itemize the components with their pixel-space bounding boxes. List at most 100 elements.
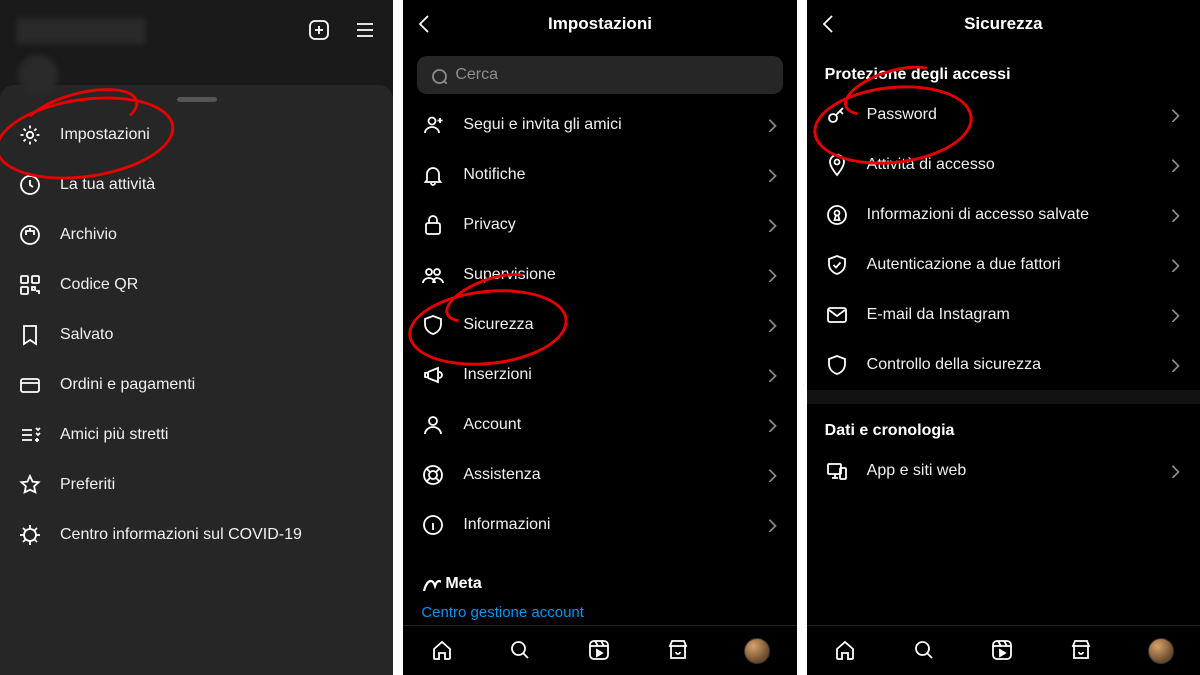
info-icon <box>421 513 445 537</box>
menu-item-label: Notifiche <box>463 166 746 184</box>
tab-reels-icon[interactable] <box>990 638 1016 664</box>
sheet-item-3[interactable]: Codice QR <box>0 260 393 310</box>
star-icon <box>18 473 42 497</box>
meta-logo: Meta <box>421 574 778 594</box>
chevron-right-icon <box>765 218 779 232</box>
menu-item-label: Archivio <box>60 226 375 244</box>
tab-search-icon[interactable] <box>508 638 534 664</box>
chevron-right-icon <box>765 518 779 532</box>
menu-item-label: Controllo della sicurezza <box>867 356 1150 374</box>
menu-item-label: Privacy <box>463 216 746 234</box>
sheet-item-4[interactable]: Salvato <box>0 310 393 360</box>
sheet-item-6[interactable]: Amici più stretti <box>0 410 393 460</box>
security-item-5[interactable]: Controllo della sicurezza <box>807 340 1200 390</box>
person-icon <box>421 413 445 437</box>
section-data-history: Dati e cronologia <box>807 404 1200 446</box>
hamburger-menu-icon[interactable] <box>353 18 379 44</box>
menu-item-label: Attività di accesso <box>867 156 1150 174</box>
create-post-icon[interactable] <box>307 18 333 44</box>
shieldcheck-icon <box>825 253 849 277</box>
sheet-item-1[interactable]: La tua attività <box>0 160 393 210</box>
devices-icon <box>825 459 849 483</box>
tab-profile-avatar[interactable] <box>744 638 770 664</box>
sheet-item-5[interactable]: Ordini e pagamenti <box>0 360 393 410</box>
gear-icon <box>18 123 42 147</box>
chevron-right-icon <box>765 118 779 132</box>
menu-item-label: Supervisione <box>463 266 746 284</box>
sheet-item-7[interactable]: Preferiti <box>0 460 393 510</box>
security-item-4[interactable]: E-mail da Instagram <box>807 290 1200 340</box>
sheet-item-8[interactable]: Centro informazioni sul COVID-19 <box>0 510 393 560</box>
chevron-right-icon <box>765 468 779 482</box>
security-item-2[interactable]: Informazioni di accesso salvate <box>807 190 1200 240</box>
tab-reels-icon[interactable] <box>587 638 613 664</box>
chevron-right-icon <box>765 368 779 382</box>
chevron-right-icon <box>1168 158 1182 172</box>
menu-item-label: Autenticazione a due fattori <box>867 256 1150 274</box>
settings-header: Impostazioni <box>403 0 796 48</box>
settings-search[interactable]: Cerca <box>417 56 782 94</box>
menu-item-label: App e siti web <box>867 462 1150 480</box>
settings-item-5[interactable]: Inserzioni <box>403 350 796 400</box>
settings-item-6[interactable]: Account <box>403 400 796 450</box>
covid-icon <box>18 523 42 547</box>
tab-shop-icon[interactable] <box>1069 638 1095 664</box>
security-item-0[interactable]: Password <box>807 90 1200 140</box>
settings-item-2[interactable]: Privacy <box>403 200 796 250</box>
menu-item-label: E-mail da Instagram <box>867 306 1150 324</box>
back-icon[interactable] <box>817 12 841 36</box>
menu-item-label: Informazioni di accesso salvate <box>867 206 1150 224</box>
security-item-3[interactable]: Autenticazione a due fattori <box>807 240 1200 290</box>
security-header: Sicurezza <box>807 0 1200 48</box>
settings-item-1[interactable]: Notifiche <box>403 150 796 200</box>
tab-bar <box>403 625 796 675</box>
settings-pane: Impostazioni Cerca Segui e invita gli am… <box>403 0 796 675</box>
tab-home-icon[interactable] <box>430 638 456 664</box>
menu-item-label: Codice QR <box>60 276 375 294</box>
profile-header <box>0 0 393 85</box>
archive-icon <box>18 223 42 247</box>
tab-search-icon[interactable] <box>912 638 938 664</box>
menu-item-label: La tua attività <box>60 176 375 194</box>
sheet-item-2[interactable]: Archivio <box>0 210 393 260</box>
profile-menu-pane: Impostazioni La tua attività Archivio Codic… <box>0 0 393 675</box>
chevron-right-icon <box>765 168 779 182</box>
menu-item-label: Inserzioni <box>463 366 746 384</box>
qr-icon <box>18 273 42 297</box>
tab-profile-avatar[interactable] <box>1148 638 1174 664</box>
tab-home-icon[interactable] <box>833 638 859 664</box>
chevron-right-icon <box>1168 308 1182 322</box>
settings-item-8[interactable]: Informazioni <box>403 500 796 550</box>
settings-item-3[interactable]: Supervisione <box>403 250 796 300</box>
closefriends-icon <box>18 423 42 447</box>
menu-item-label: Account <box>463 416 746 434</box>
search-icon <box>429 66 447 84</box>
bookmark-icon <box>18 323 42 347</box>
mail-icon <box>825 303 849 327</box>
settings-item-0[interactable]: Segui e invita gli amici <box>403 100 796 150</box>
menu-item-label: Informazioni <box>463 516 746 534</box>
page-title: Impostazioni <box>548 14 652 34</box>
keyhole-icon <box>825 203 849 227</box>
personplus-icon <box>421 113 445 137</box>
meta-section: Meta Centro gestione account <box>403 560 796 625</box>
bell-icon <box>421 163 445 187</box>
sheet-item-0[interactable]: Impostazioni <box>0 110 393 160</box>
accounts-center-link[interactable]: Centro gestione account <box>421 594 778 621</box>
security-item-1[interactable]: Attività di accesso <box>807 140 1200 190</box>
settings-item-4[interactable]: Sicurezza <box>403 300 796 350</box>
menu-item-label: Centro informazioni sul COVID-19 <box>60 526 375 544</box>
lifebuoy-icon <box>421 463 445 487</box>
shield-icon <box>825 353 849 377</box>
tab-shop-icon[interactable] <box>666 638 692 664</box>
sheet-grabber[interactable] <box>177 97 217 102</box>
security-pane: Sicurezza Protezione degli accessi Passw… <box>807 0 1200 675</box>
settings-item-7[interactable]: Assistenza <box>403 450 796 500</box>
activity-icon <box>18 173 42 197</box>
search-placeholder: Cerca <box>455 66 498 84</box>
chevron-right-icon <box>765 418 779 432</box>
menu-item-label: Ordini e pagamenti <box>60 376 375 394</box>
back-icon[interactable] <box>413 12 437 36</box>
security-data-item-0[interactable]: App e siti web <box>807 446 1200 496</box>
chevron-right-icon <box>765 318 779 332</box>
